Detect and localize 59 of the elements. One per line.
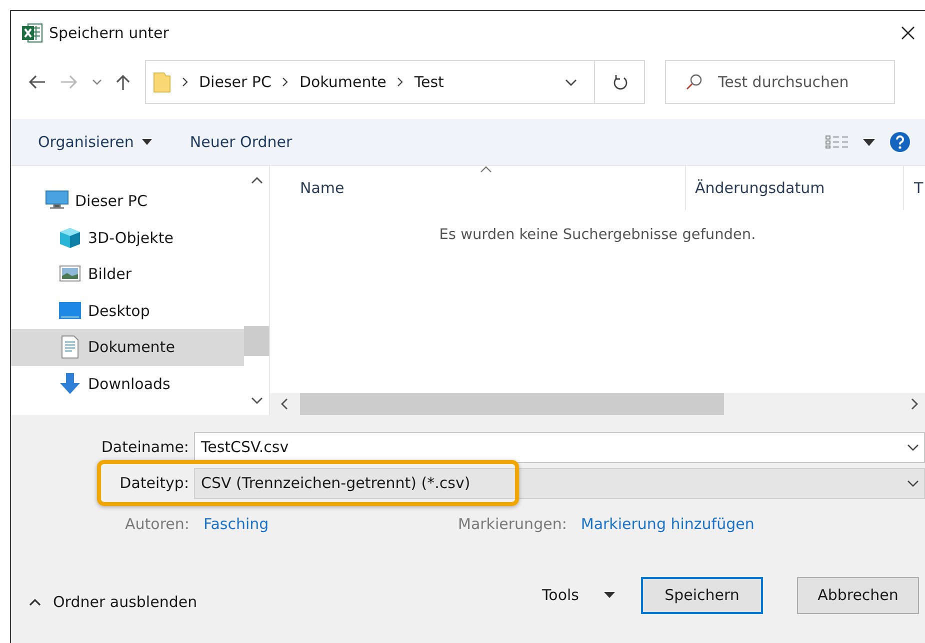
nav-item[interactable]: Desktop: [11, 292, 244, 329]
empty-message: Es wurden keine Suchergebnisse gefunden.: [439, 227, 756, 245]
address-bar[interactable]: Dieser PC Dokumente Test: [145, 60, 645, 104]
hide-folders-button[interactable]: Ordner ausblenden: [29, 593, 198, 611]
scroll-down-icon[interactable]: [250, 397, 262, 405]
chevron-down-icon[interactable]: [906, 478, 920, 488]
nav-item[interactable]: Dieser PC: [11, 183, 244, 220]
field-label: Dateityp:: [118, 474, 190, 492]
window-title: Speichern unter: [49, 24, 169, 42]
search-icon: [685, 73, 703, 91]
field-label: Dateiname:: [100, 438, 190, 456]
save-button[interactable]: Speichern: [641, 576, 763, 614]
breadcrumb[interactable]: Dieser PC: [199, 73, 272, 91]
breadcrumb[interactable]: Dokumente: [299, 73, 386, 91]
spreadsheet-icon: [21, 23, 43, 43]
chevron-down-icon[interactable]: [906, 442, 920, 452]
meta-label: Markierungen:: [458, 515, 567, 533]
caret-up-icon: [29, 598, 41, 606]
scroll-up-icon[interactable]: [250, 176, 262, 184]
search-field[interactable]: Test durchsuchen: [665, 60, 895, 104]
nav-item[interactable]: Dokumente: [11, 329, 244, 366]
nav-item[interactable]: 3D-Objekte: [11, 220, 244, 256]
scroll-left-icon[interactable]: [280, 398, 288, 410]
down-arrow-icon: [58, 372, 82, 396]
meta-link[interactable]: Fasching: [203, 515, 269, 533]
column-header[interactable]: Änderungsdatum: [686, 166, 904, 210]
column-header[interactable]: Name: [270, 166, 686, 210]
back-arrow-icon[interactable]: [27, 74, 47, 90]
scroll-thumb[interactable]: [300, 393, 724, 415]
sort-caret-icon: [480, 166, 492, 173]
view-options-icon[interactable]: [825, 135, 849, 149]
cube-icon: [58, 226, 82, 250]
nav-item[interactable]: Downloads: [11, 366, 244, 402]
caret-down-icon[interactable]: [863, 138, 875, 146]
meta-link[interactable]: Markierung hinzufügen: [580, 515, 754, 533]
file-type-dropdown[interactable]: CSV (Trennzeichen-getrennt) (*.csv): [194, 468, 925, 498]
organize-menu-button[interactable]: Organisieren: [38, 129, 152, 155]
nav-item[interactable]: Bilder: [11, 256, 244, 292]
chevron-down-icon[interactable]: [564, 78, 578, 86]
caret-down-icon: [604, 592, 615, 598]
cancel-button[interactable]: Abbrechen: [797, 576, 919, 614]
chevron-right-icon: [396, 77, 404, 87]
new-folder-button[interactable]: Neuer Ordner: [190, 129, 292, 155]
meta-label: Autoren:: [125, 515, 190, 533]
scrollbar[interactable]: [270, 393, 925, 415]
file-name-field[interactable]: TestCSV.csv: [194, 432, 925, 462]
caret-down-icon: [142, 139, 152, 145]
refresh-icon[interactable]: [612, 73, 628, 91]
folder-icon: [153, 71, 171, 93]
tools-menu-button[interactable]: Tools: [542, 586, 615, 604]
up-arrow-icon[interactable]: [115, 73, 131, 91]
scroll-right-icon[interactable]: [911, 398, 919, 410]
help-icon[interactable]: [889, 131, 911, 153]
breadcrumb[interactable]: Test: [414, 73, 444, 91]
close-icon: [900, 25, 916, 41]
chevron-right-icon: [281, 77, 290, 87]
column-header[interactable]: T: [904, 166, 924, 210]
scroll-thumb[interactable]: [244, 326, 269, 356]
chevron-right-icon: [181, 77, 189, 87]
